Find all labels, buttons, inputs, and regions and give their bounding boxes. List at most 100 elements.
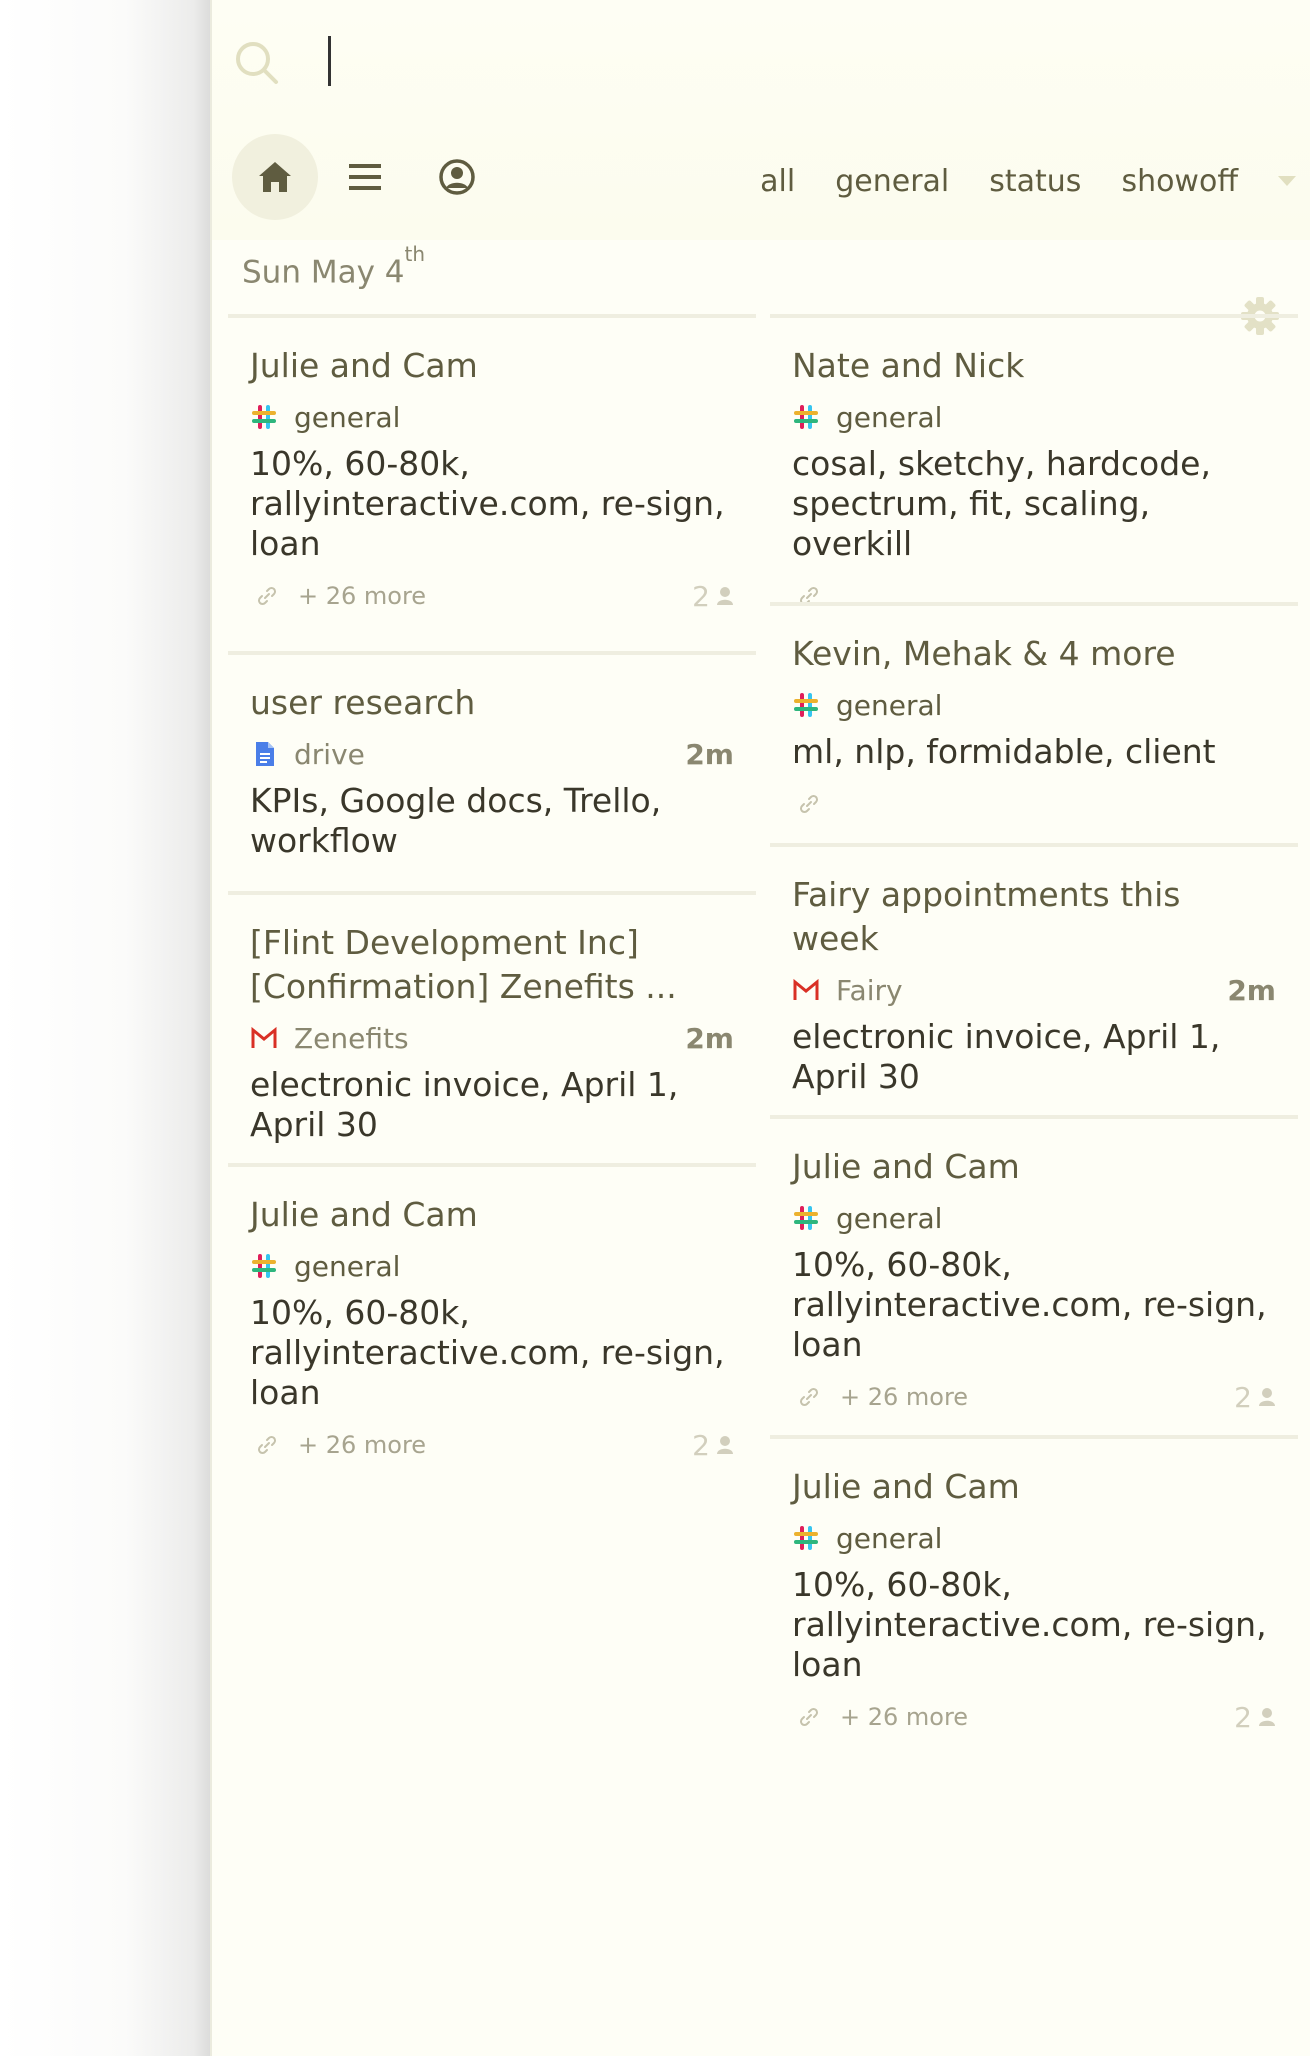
- card[interactable]: Julie and Cam general 10%, 60-80k, rallyin…: [228, 1163, 756, 1467]
- card-source-name: Fairy: [836, 973, 903, 1007]
- card-footer: + 26 more 2: [250, 574, 734, 618]
- card-source: drive 2m: [250, 733, 734, 775]
- nav-list-button[interactable]: [322, 134, 408, 220]
- card-title: Fairy appointments this week: [792, 875, 1181, 958]
- link-icon[interactable]: [256, 585, 278, 607]
- card-keywords: electronic invoice, April 1, April 30: [250, 1065, 679, 1144]
- card-title: [Flint Development Inc] [Confirmation] Z…: [250, 923, 677, 1006]
- profile-icon: [439, 159, 475, 195]
- card[interactable]: user research drive 2m KPIs, Google docs, T…: [228, 651, 756, 861]
- card-keywords: 10%, 60-80k, rallyinteractive.com, re-si…: [250, 1293, 725, 1412]
- card-title: Kevin, Mehak & 4 more: [792, 634, 1176, 673]
- feed-panel: all general status showoff Sun May 4th J…: [210, 0, 1310, 2056]
- card-timestamp: 2m: [1227, 973, 1276, 1007]
- card-title: Julie and Cam: [250, 1195, 478, 1234]
- card-keywords: 10%, 60-80k, rallyinteractive.com, re-si…: [792, 1565, 1267, 1684]
- card-source-name: general: [836, 1201, 943, 1235]
- slack-icon: [792, 1204, 820, 1232]
- card-source: general: [792, 684, 1276, 726]
- participant-count-value: 2: [692, 1429, 710, 1462]
- card-source-name: general: [294, 400, 401, 434]
- card-source: general: [792, 1517, 1276, 1559]
- card-source-name: general: [836, 1521, 943, 1555]
- gmail-icon: [792, 976, 820, 1004]
- more-links[interactable]: + 26 more: [840, 1703, 968, 1731]
- card-keywords: 10%, 60-80k, rallyinteractive.com, re-si…: [250, 444, 725, 563]
- card-keywords: electronic invoice, April 1, April 30: [792, 1017, 1221, 1096]
- slack-icon: [250, 1252, 278, 1280]
- link-icon[interactable]: [798, 1386, 820, 1408]
- card-title: user research: [250, 683, 476, 722]
- card-footer: + 26 more 2: [792, 1695, 1276, 1739]
- participant-count-value: 2: [1234, 1381, 1252, 1414]
- tab-general[interactable]: general: [835, 164, 949, 199]
- card-title: Nate and Nick: [792, 346, 1025, 385]
- card[interactable]: Nate and Nick general cosal, sketchy, hard…: [770, 314, 1298, 618]
- card-keywords: cosal, sketchy, hardcode, spectrum, fit,…: [792, 444, 1211, 563]
- home-icon: [259, 162, 291, 192]
- slack-icon: [792, 691, 820, 719]
- top-bar: all general status showoff: [212, 0, 1310, 240]
- nav-home-button[interactable]: [232, 134, 318, 220]
- card-source-name: general: [836, 688, 943, 722]
- participant-count: 2: [1234, 1701, 1276, 1734]
- card[interactable]: Julie and Cam general 10%, 60-80k, rallyin…: [770, 1115, 1298, 1419]
- card[interactable]: Fairy appointments this week Fairy 2m elect…: [770, 843, 1298, 1097]
- card-footer: [792, 782, 1276, 826]
- card-source: general: [792, 396, 1276, 438]
- card-source-name: general: [294, 1249, 401, 1283]
- card-source: general: [250, 396, 734, 438]
- more-links[interactable]: + 26 more: [840, 1383, 968, 1411]
- user-icon: [710, 580, 734, 613]
- search-input[interactable]: [290, 32, 1194, 92]
- card-title: Julie and Cam: [792, 1467, 1020, 1506]
- card-keywords: 10%, 60-80k, rallyinteractive.com, re-si…: [792, 1245, 1267, 1364]
- tab-showoff[interactable]: showoff: [1121, 164, 1238, 199]
- drive-icon: [250, 740, 278, 768]
- participant-count-value: 2: [692, 580, 710, 613]
- date-suffix: th: [404, 242, 426, 266]
- card-source-name: general: [836, 400, 943, 434]
- slack-icon: [792, 1524, 820, 1552]
- user-icon: [1252, 1701, 1276, 1734]
- slack-icon: [250, 403, 278, 431]
- search-icon: [236, 42, 278, 84]
- date-header: Sun May 4th: [242, 242, 425, 291]
- user-icon: [710, 1429, 734, 1462]
- window-shadow: [0, 0, 210, 2056]
- card-title: Julie and Cam: [250, 346, 478, 385]
- card-timestamp: 2m: [685, 1021, 734, 1055]
- card-keywords: ml, nlp, formidable, client: [792, 732, 1216, 771]
- participant-count: 2: [1234, 1381, 1276, 1414]
- nav-profile-button[interactable]: [414, 134, 500, 220]
- card-source: general: [792, 1197, 1276, 1239]
- link-icon[interactable]: [256, 1434, 278, 1456]
- card-keywords: KPIs, Google docs, Trello, workflow: [250, 781, 662, 860]
- card[interactable]: Julie and Cam general 10%, 60-80k, rallyin…: [770, 1435, 1298, 1739]
- more-links[interactable]: + 26 more: [298, 582, 426, 610]
- gmail-icon: [250, 1024, 278, 1052]
- card-footer: + 26 more 2: [250, 1423, 734, 1467]
- tab-all[interactable]: all: [760, 164, 795, 199]
- tab-status[interactable]: status: [989, 164, 1081, 199]
- link-icon[interactable]: [798, 793, 820, 815]
- slack-icon: [792, 403, 820, 431]
- list-icon: [349, 164, 381, 190]
- card[interactable]: Julie and Cam general 10%, 60-80k, rallyin…: [228, 314, 756, 618]
- card-title: Julie and Cam: [792, 1147, 1020, 1186]
- card[interactable]: Kevin, Mehak & 4 more general ml, nlp, for…: [770, 602, 1298, 826]
- card[interactable]: [Flint Development Inc] [Confirmation] Z…: [228, 891, 756, 1145]
- more-links[interactable]: + 26 more: [298, 1431, 426, 1459]
- participant-count: 2: [692, 580, 734, 613]
- card-source: general: [250, 1245, 734, 1287]
- chevron-down-icon[interactable]: [1278, 176, 1296, 186]
- search-bar: [232, 26, 1232, 96]
- card-footer: + 26 more 2: [792, 1375, 1276, 1419]
- participant-count-value: 2: [1234, 1701, 1252, 1734]
- channel-tabs: all general status showoff: [720, 156, 1296, 206]
- link-icon[interactable]: [798, 1706, 820, 1728]
- date-text: Sun May 4: [242, 254, 405, 291]
- card-source-name: drive: [294, 737, 365, 771]
- card-source: Zenefits 2m: [250, 1017, 734, 1059]
- card-timestamp: 2m: [685, 737, 734, 771]
